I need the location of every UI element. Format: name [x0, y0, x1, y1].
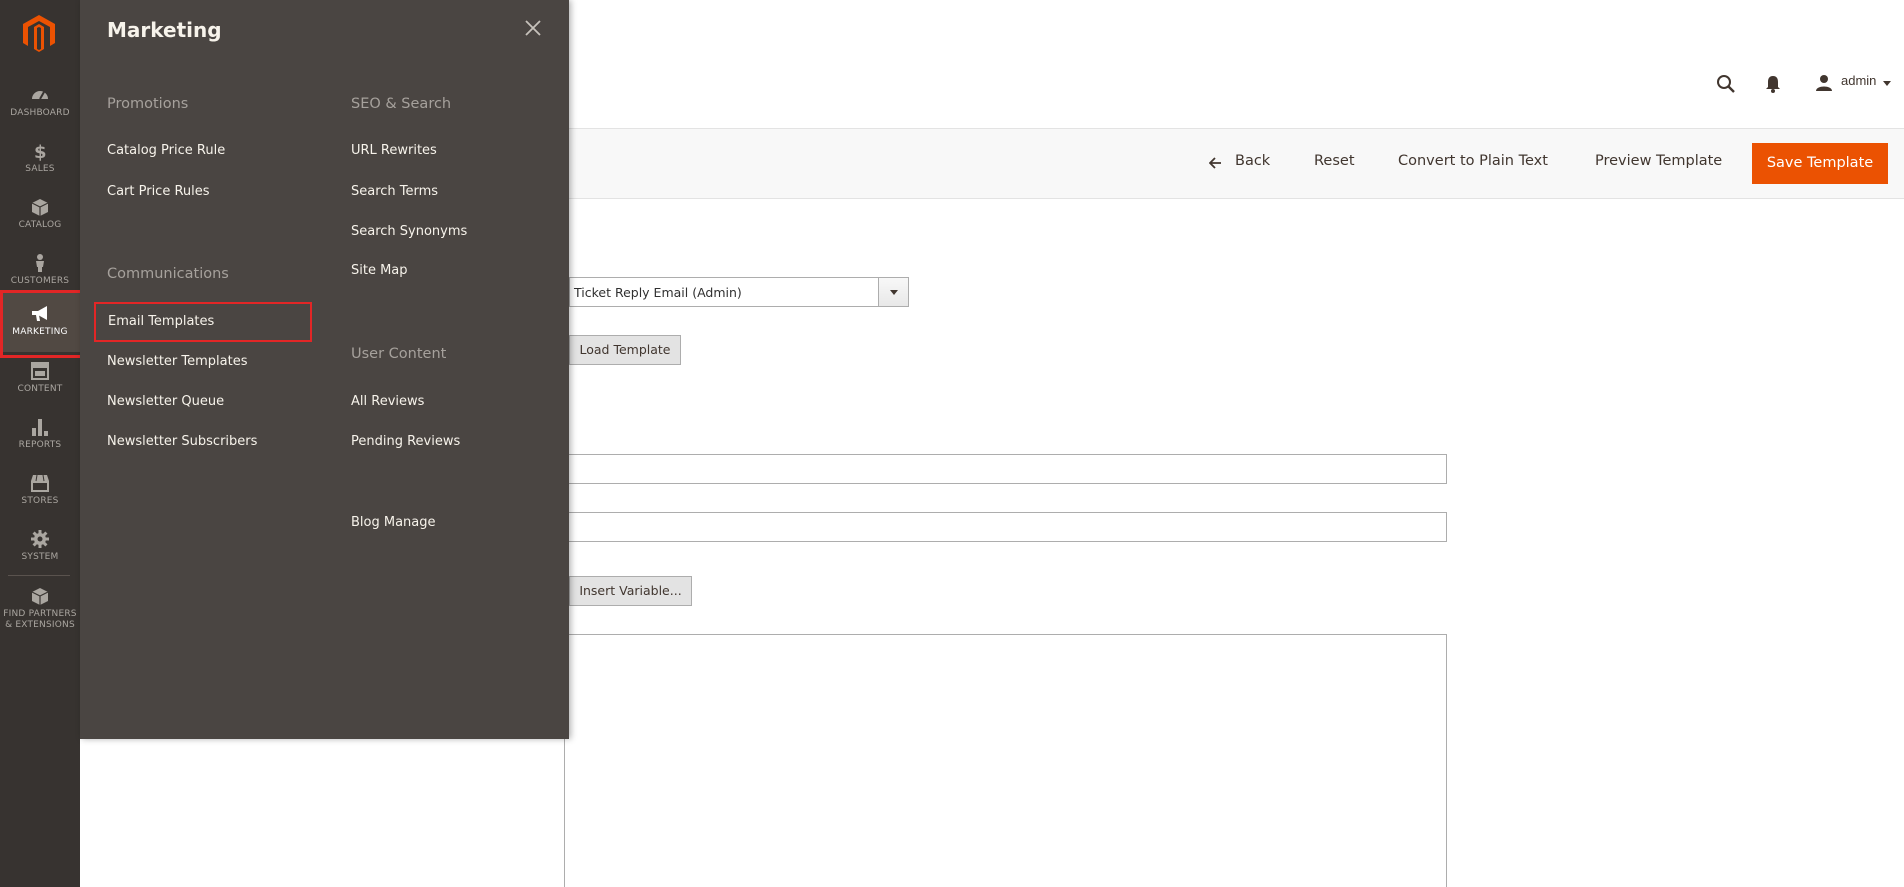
menu-link-newsletter-templates[interactable]: Newsletter Templates	[107, 354, 248, 369]
marketing-flyout-menu: Marketing Promotions Catalog Price Rule …	[80, 0, 569, 739]
megaphone-icon	[32, 306, 47, 321]
load-template-button[interactable]: Load Template	[569, 335, 681, 365]
admin-user-menu[interactable]: admin	[1841, 73, 1876, 88]
storefront-icon	[31, 474, 49, 492]
layout-icon	[31, 362, 49, 380]
dashboard-icon	[32, 91, 48, 100]
menu-link-newsletter-subscribers[interactable]: Newsletter Subscribers	[107, 434, 257, 449]
section-heading-user-content: User Content	[351, 346, 447, 362]
nav-stores[interactable]: STORES	[0, 465, 80, 521]
insert-variable-button[interactable]: Insert Variable...	[569, 576, 692, 606]
menu-link-catalog-price-rule[interactable]: Catalog Price Rule	[107, 143, 225, 158]
flyout-title: Marketing	[107, 18, 222, 42]
nav-dashboard[interactable]: DASHBOARD	[0, 77, 80, 133]
back-arrow-icon[interactable]	[1209, 157, 1222, 169]
nav-sales[interactable]: $ SALES	[0, 133, 80, 189]
gear-icon	[31, 530, 49, 548]
convert-to-plain-text-button[interactable]: Convert to Plain Text	[1398, 153, 1548, 169]
template-select-value: Ticket Reply Email (Admin)	[574, 285, 742, 300]
select-arrow-icon[interactable]	[878, 278, 908, 306]
notifications-bell-icon[interactable]	[1765, 75, 1781, 93]
dollar-icon: $	[34, 142, 47, 161]
search-icon[interactable]	[1716, 74, 1736, 94]
box-icon	[31, 199, 49, 216]
menu-link-blog-manage[interactable]: Blog Manage	[351, 515, 436, 530]
person-icon	[36, 254, 44, 272]
menu-link-pending-reviews[interactable]: Pending Reviews	[351, 434, 460, 449]
menu-link-cart-price-rules[interactable]: Cart Price Rules	[107, 184, 210, 199]
reset-button[interactable]: Reset	[1314, 153, 1355, 169]
menu-link-site-map[interactable]: Site Map	[351, 263, 408, 278]
section-heading-seo-search: SEO & Search	[351, 96, 452, 112]
bar-chart-icon	[32, 419, 48, 436]
svg-text:$: $	[34, 142, 47, 161]
menu-link-newsletter-queue[interactable]: Newsletter Queue	[107, 394, 224, 409]
back-button[interactable]: Back	[1235, 153, 1270, 169]
nav-marketing[interactable]: MARKETING	[0, 290, 86, 358]
magento-logo-icon[interactable]	[20, 14, 58, 52]
nav-find-partners[interactable]: FIND PARTNERS & EXTENSIONS	[0, 578, 80, 640]
nav-reports[interactable]: REPORTS	[0, 409, 80, 465]
nav-divider	[8, 575, 70, 576]
menu-link-email-templates[interactable]: Email Templates	[94, 302, 312, 342]
template-select[interactable]: Ticket Reply Email (Admin)	[569, 277, 909, 307]
preview-template-button[interactable]: Preview Template	[1595, 153, 1722, 169]
section-heading-promotions: Promotions	[107, 96, 189, 112]
template-subject-input[interactable]	[564, 512, 1447, 542]
menu-link-search-terms[interactable]: Search Terms	[351, 184, 438, 199]
template-content-textarea[interactable]	[564, 634, 1447, 887]
nav-system[interactable]: SYSTEM	[0, 521, 80, 577]
save-template-button[interactable]: Save Template	[1752, 143, 1888, 184]
section-heading-communications: Communications	[107, 266, 229, 282]
admin-sidebar: DASHBOARD $ SALES CATALOG CUSTOMERS MARK…	[0, 0, 86, 887]
chevron-down-icon[interactable]	[1883, 81, 1891, 86]
nav-content[interactable]: CONTENT	[0, 353, 80, 409]
nav-catalog[interactable]: CATALOG	[0, 189, 80, 245]
close-icon[interactable]	[523, 18, 543, 38]
user-avatar-icon[interactable]	[1815, 74, 1833, 92]
menu-link-search-synonyms[interactable]: Search Synonyms	[351, 224, 467, 239]
menu-link-url-rewrites[interactable]: URL Rewrites	[351, 143, 437, 158]
template-name-input[interactable]	[564, 454, 1447, 484]
cube-icon	[31, 588, 49, 605]
menu-link-all-reviews[interactable]: All Reviews	[351, 394, 424, 409]
